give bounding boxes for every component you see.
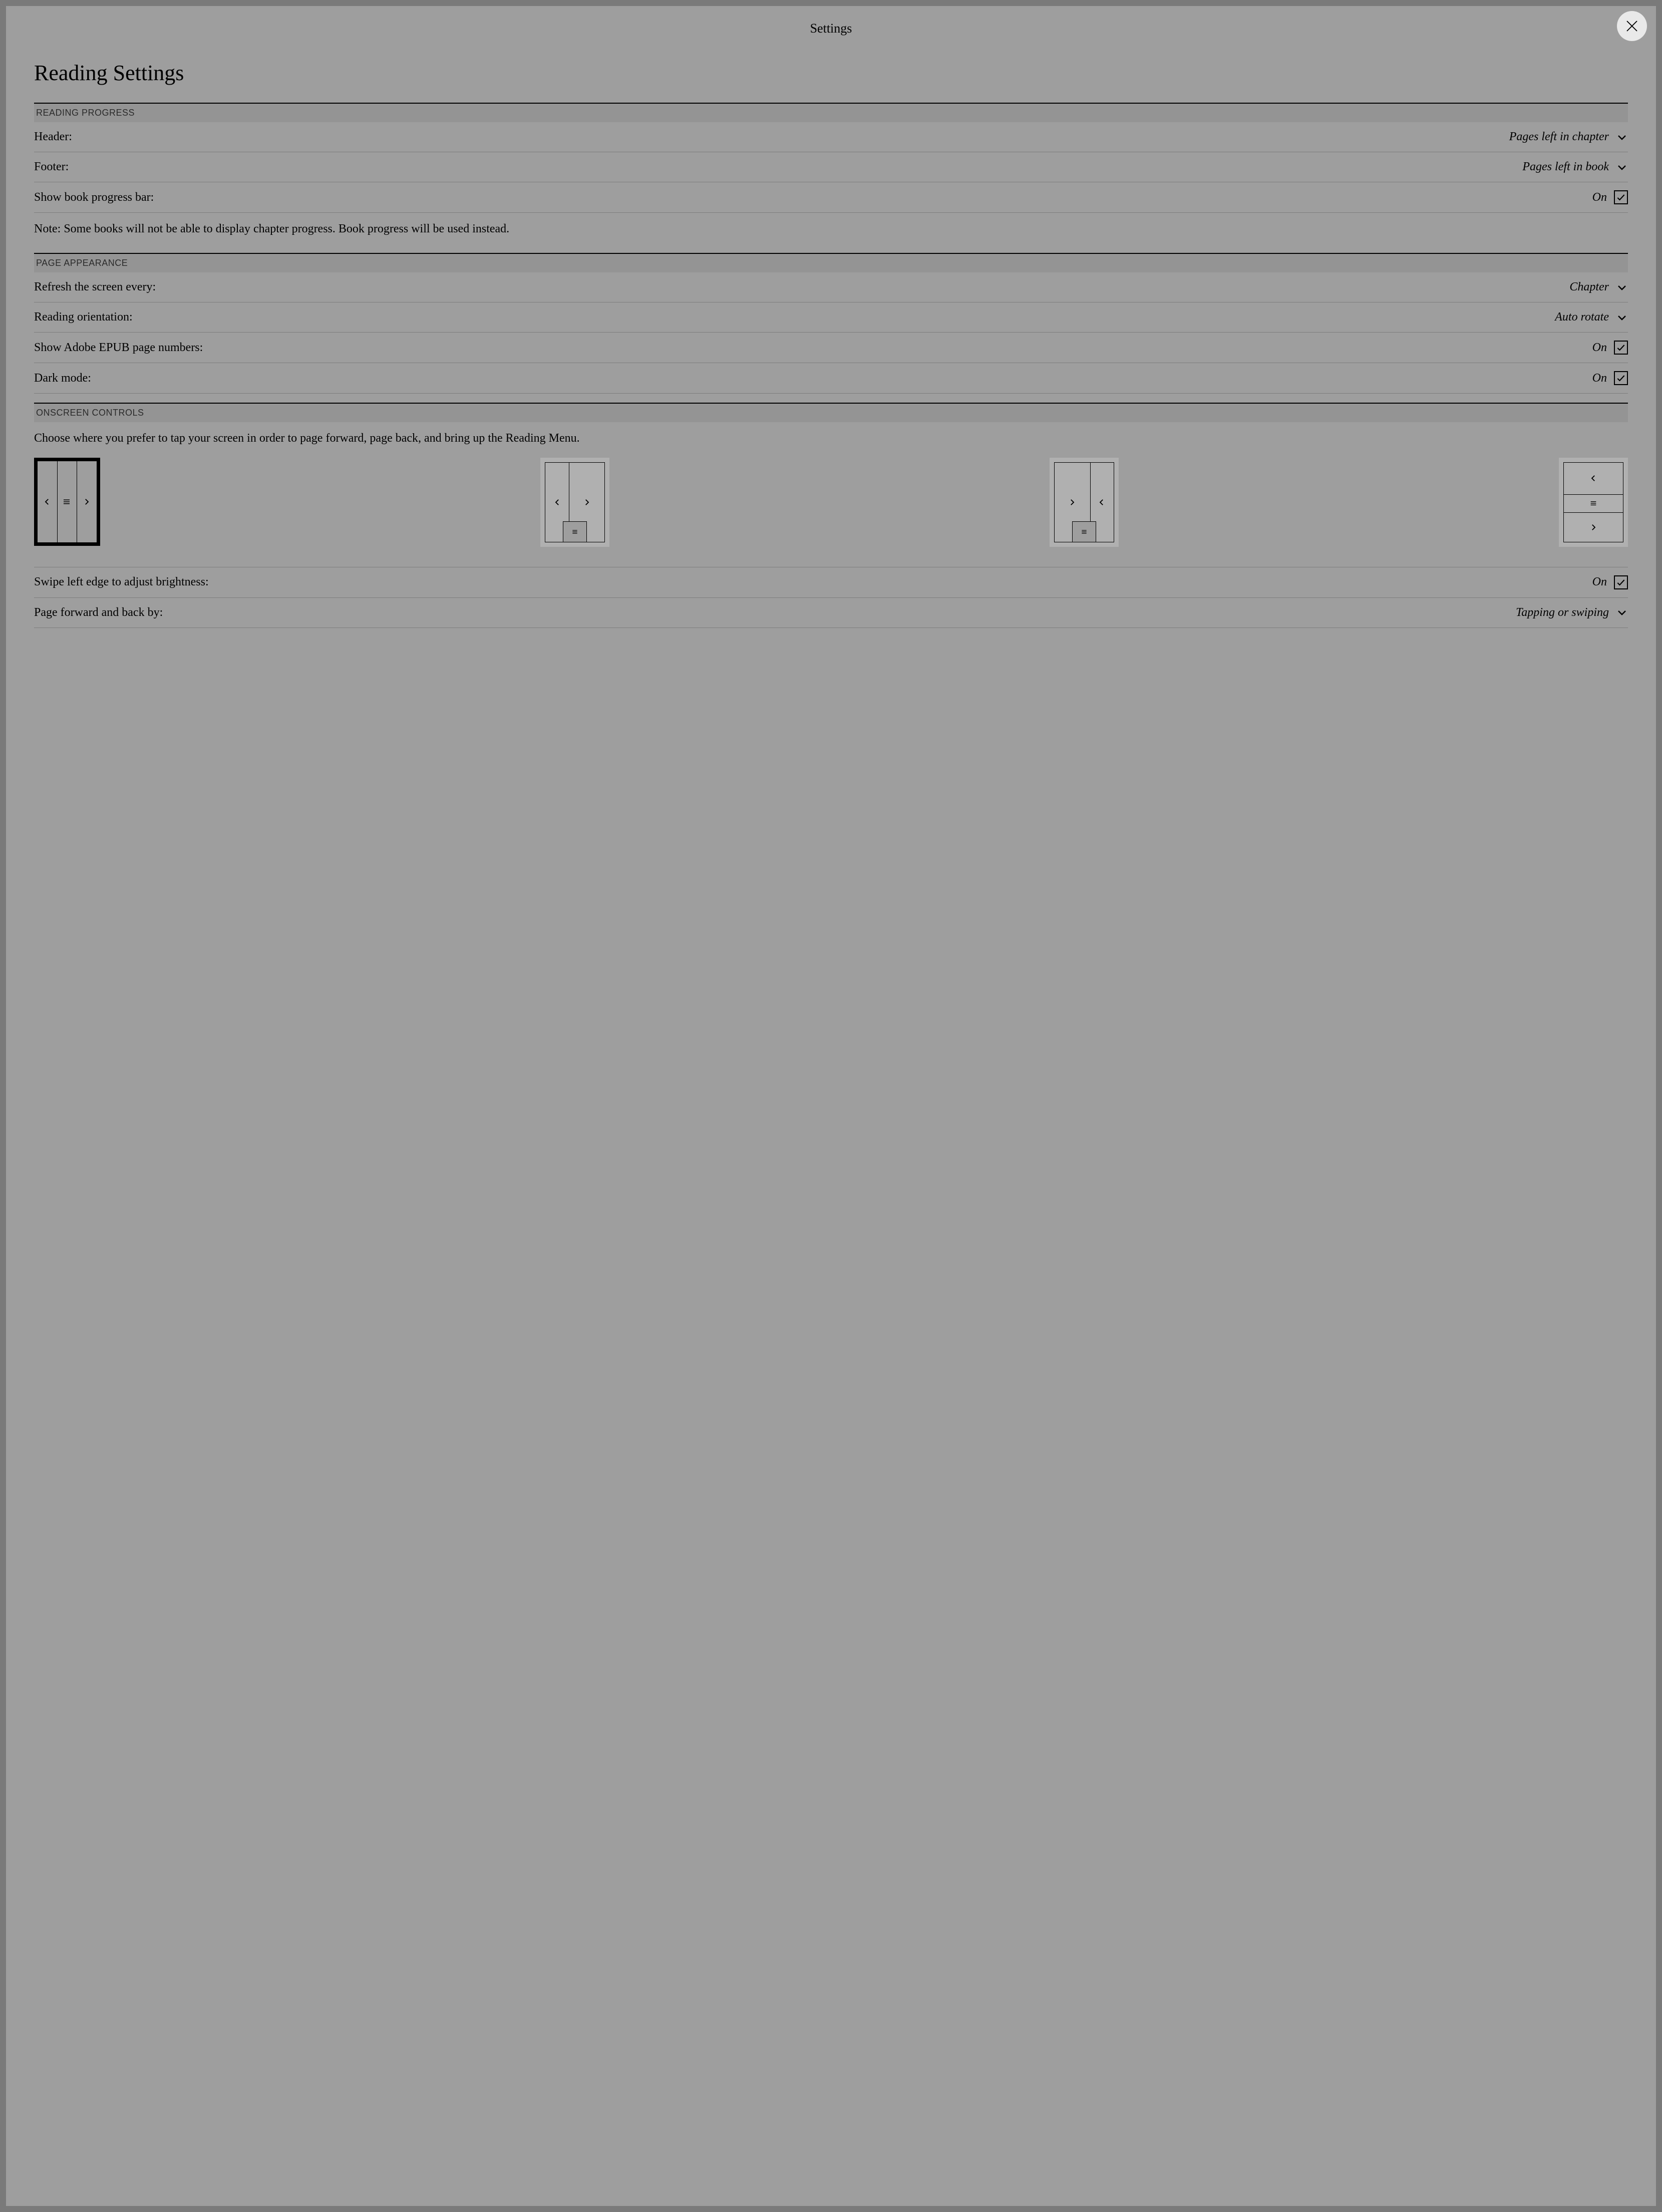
check-icon (1616, 343, 1626, 353)
row-label: Reading orientation: (34, 310, 133, 324)
close-button[interactable] (1617, 11, 1647, 41)
chevron-down-icon (1616, 281, 1628, 293)
row-refresh[interactable]: Refresh the screen every: Chapter (34, 272, 1628, 302)
menu-icon (57, 461, 77, 542)
chevron-left-icon (38, 461, 57, 542)
checkbox-epub-pages[interactable] (1614, 341, 1628, 355)
row-value: On (1592, 575, 1607, 589)
row-label: Swipe left edge to adjust brightness: (34, 575, 209, 589)
row-value: On (1592, 341, 1607, 355)
onscreen-description: Choose where you prefer to tap your scre… (34, 422, 1628, 457)
tap-layout-option-4[interactable] (1559, 458, 1628, 547)
row-value-group: Pages left in book (1522, 160, 1628, 174)
row-value-group: On (1592, 371, 1628, 385)
tap-layout-option-2[interactable] (540, 458, 609, 547)
row-value-group: Pages left in chapter (1509, 130, 1628, 144)
layout-preview (1563, 462, 1623, 542)
section-header-reading-progress: READING PROGRESS (34, 103, 1628, 122)
row-value-group: Chapter (1569, 280, 1628, 294)
close-icon (1624, 19, 1639, 34)
menu-icon (563, 521, 586, 542)
row-label: Show book progress bar: (34, 191, 154, 204)
check-icon (1616, 373, 1626, 383)
chevron-down-icon (1616, 131, 1628, 143)
row-dark-mode[interactable]: Dark mode: On (34, 363, 1628, 394)
row-progress-bar[interactable]: Show book progress bar: On (34, 182, 1628, 213)
tap-layout-option-1[interactable] (34, 458, 100, 546)
row-label: Refresh the screen every: (34, 280, 156, 294)
chevron-down-icon (1616, 161, 1628, 173)
chevron-left-icon (1564, 463, 1623, 494)
topbar: Settings (6, 6, 1656, 51)
row-label: Header: (34, 130, 72, 144)
layout-preview (545, 462, 605, 542)
row-value: Auto rotate (1555, 310, 1609, 324)
row-value-group: Tapping or swiping (1516, 606, 1628, 619)
topbar-title: Settings (810, 21, 852, 36)
row-value: Chapter (1569, 280, 1609, 294)
row-page-turn-method[interactable]: Page forward and back by: Tapping or swi… (34, 598, 1628, 628)
settings-panel: Settings Reading Settings READING PROGRE… (6, 6, 1656, 2206)
row-header-display[interactable]: Header: Pages left in chapter (34, 122, 1628, 152)
row-swipe-brightness[interactable]: Swipe left edge to adjust brightness: On (34, 567, 1628, 598)
content: Reading Settings READING PROGRESS Header… (6, 60, 1656, 628)
chevron-down-icon (1616, 311, 1628, 324)
section-header-page-appearance: PAGE APPEARANCE (34, 253, 1628, 272)
row-value: Tapping or swiping (1516, 606, 1609, 619)
layout-preview (1054, 462, 1114, 542)
layout-preview (34, 458, 100, 546)
tap-layout-option-3[interactable] (1050, 458, 1119, 547)
checkbox-progress-bar[interactable] (1614, 190, 1628, 204)
chevron-right-icon (77, 461, 97, 542)
page-title: Reading Settings (34, 60, 1628, 86)
row-value: Pages left in chapter (1509, 130, 1609, 144)
row-value-group: Auto rotate (1555, 310, 1628, 324)
check-icon (1616, 192, 1626, 202)
row-label: Footer: (34, 160, 69, 174)
row-value: On (1592, 191, 1607, 204)
check-icon (1616, 577, 1626, 587)
checkbox-swipe-brightness[interactable] (1614, 575, 1628, 589)
row-label: Dark mode: (34, 372, 91, 385)
row-footer-display[interactable]: Footer: Pages left in book (34, 152, 1628, 182)
row-value: Pages left in book (1522, 160, 1609, 174)
row-label: Page forward and back by: (34, 606, 163, 619)
menu-icon (1564, 494, 1623, 512)
row-value-group: On (1592, 190, 1628, 204)
note-text: Note: Some books will not be able to dis… (34, 213, 1628, 253)
section-header-onscreen-controls: ONSCREEN CONTROLS (34, 403, 1628, 422)
checkbox-dark-mode[interactable] (1614, 371, 1628, 385)
row-value-group: On (1592, 575, 1628, 589)
row-label: Show Adobe EPUB page numbers: (34, 341, 203, 355)
row-epub-pages[interactable]: Show Adobe EPUB page numbers: On (34, 333, 1628, 363)
menu-icon (1072, 521, 1096, 542)
row-value: On (1592, 372, 1607, 385)
tap-layout-options (34, 458, 1628, 567)
row-value-group: On (1592, 341, 1628, 355)
chevron-right-icon (1564, 512, 1623, 541)
row-orientation[interactable]: Reading orientation: Auto rotate (34, 302, 1628, 333)
chevron-down-icon (1616, 606, 1628, 618)
